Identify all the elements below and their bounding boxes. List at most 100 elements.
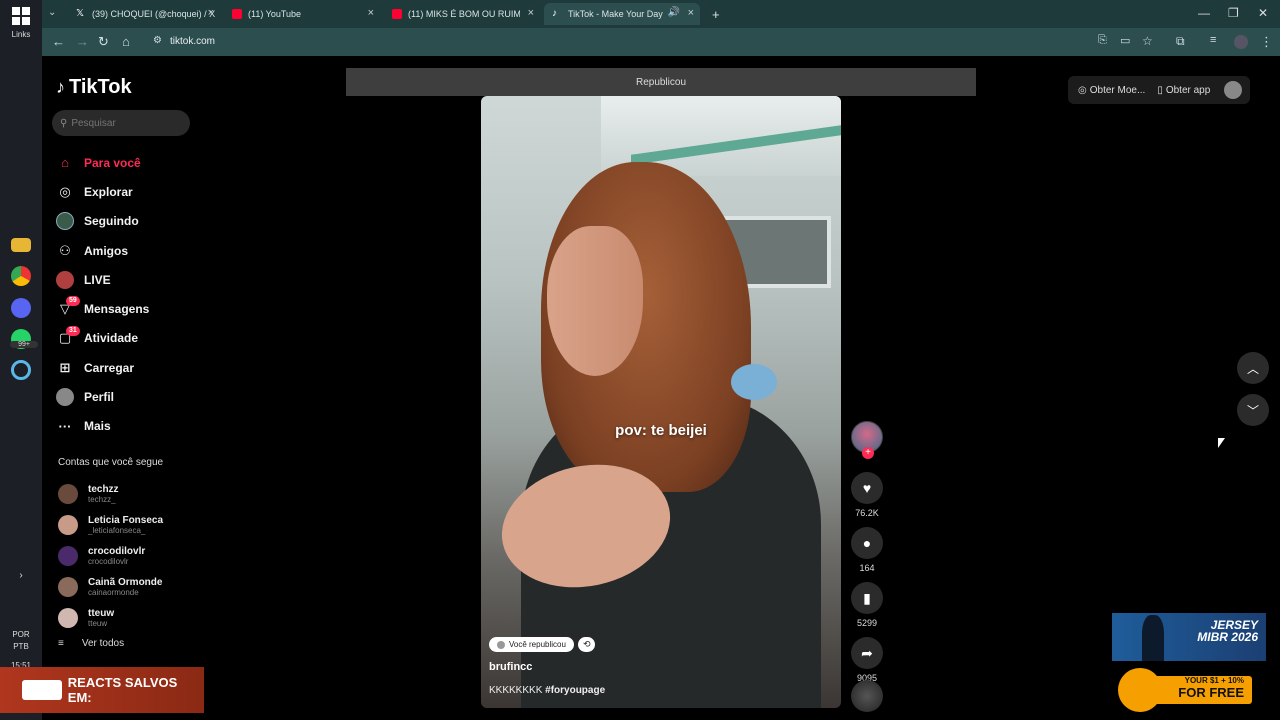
browser-toolbar: ← → ↻ ⌂ ⚙ tiktok.com ⎘ ▭ ☆ ⧉ ≡ ⋮ <box>42 28 1280 56</box>
comment-count: 164 <box>859 563 875 573</box>
video-player[interactable]: pov: te beijei Você republicou ⟲ brufinc… <box>481 96 841 708</box>
tab-choquei[interactable]: 𝕏 (39) CHOQUEI (@choquei) / X × <box>68 3 220 25</box>
discord-icon[interactable] <box>11 298 31 318</box>
share-icon[interactable]: ➦ <box>851 637 883 669</box>
following-icon <box>56 212 74 231</box>
sidebar-item-para-voce[interactable]: ⌂ Para você <box>56 148 149 177</box>
like-action[interactable]: ♥ 76.2K <box>850 472 884 518</box>
messages-badge: 59 <box>66 296 80 307</box>
reacts-banner-text: REACTS SALVOS EM: <box>67 675 178 705</box>
close-tab-icon[interactable]: × <box>368 7 374 19</box>
following-account-item[interactable]: crocodilovlr crocodilovlr <box>58 540 163 571</box>
see-all-link[interactable]: ≡ Ver todos <box>58 638 124 649</box>
get-app-label: Obter app <box>1165 84 1211 96</box>
windows-start-icon[interactable] <box>11 6 31 26</box>
chevron-down-icon: ﹀ <box>1246 403 1259 418</box>
logo-text: TikTok <box>69 76 132 98</box>
media-control-icon[interactable]: ≡ <box>1210 34 1216 46</box>
sidebar-item-mais[interactable]: ··· Mais <box>56 412 149 441</box>
sidebar-item-label: Amigos <box>84 243 129 258</box>
account-name: tteuw <box>88 607 115 619</box>
get-coins-button[interactable]: ◎ Obter Moe... <box>1078 85 1145 96</box>
sidebar-nav: ⌂ Para você ◎ Explorar Seguindo ⚇ Amigos… <box>56 148 149 441</box>
reload-icon[interactable]: ↻ <box>98 34 109 50</box>
translate-icon[interactable]: ⎘ <box>1098 34 1107 47</box>
menu-kebab-icon[interactable]: ⋮ <box>1260 34 1273 50</box>
sidebar-item-live[interactable]: LIVE <box>56 265 149 294</box>
following-account-item[interactable]: techzz techzz_ <box>58 478 163 509</box>
sidebar-item-perfil[interactable]: Perfil <box>56 382 149 411</box>
comment-action[interactable]: ● 164 <box>850 527 884 573</box>
site-info-icon[interactable]: ⚙ <box>153 35 162 46</box>
back-icon[interactable]: ← <box>52 34 65 49</box>
minimize-button[interactable]: — <box>1198 6 1210 20</box>
new-tab-button[interactable]: + <box>704 3 720 25</box>
url-text[interactable]: tiktok.com <box>170 36 215 47</box>
save-action[interactable]: ▮ 5299 <box>850 582 884 628</box>
tab-youtube[interactable]: (11) YouTube × <box>224 3 380 25</box>
chrome-icon[interactable] <box>11 266 31 286</box>
following-section-title: Contas que você segue <box>58 457 164 468</box>
share-action[interactable]: ➦ 9095 <box>850 637 884 683</box>
extensions-icon[interactable]: ⧉ <box>1176 34 1185 49</box>
activity-badge: 31 <box>66 325 80 336</box>
tab-tiktok[interactable]: ♪ TikTok - Make Your Day 🔊 × <box>544 3 700 25</box>
reposted-header: Republicou <box>346 68 976 96</box>
next-video-button[interactable]: ﹀ <box>1237 394 1269 426</box>
bookmark-star-icon[interactable]: ☆ <box>1142 34 1153 48</box>
you-reposted-pill[interactable]: Você republicou <box>489 637 574 652</box>
music-disc-icon[interactable] <box>851 680 883 712</box>
sidebar-item-amigos[interactable]: ⚇ Amigos <box>56 236 149 265</box>
sidebar-item-label: Perfil <box>84 390 115 405</box>
description-text: KKKKKKKK <box>489 685 543 696</box>
sidebar-item-mensagens[interactable]: ▽ 59 Mensagens <box>56 294 149 323</box>
close-tab-icon[interactable]: × <box>528 7 534 19</box>
heart-icon[interactable]: ♥ <box>851 472 883 504</box>
restore-button[interactable]: ❐ <box>1228 6 1239 20</box>
sidebar-item-atividade[interactable]: ▢ 31 Atividade <box>56 324 149 353</box>
close-tab-icon[interactable]: × <box>208 7 214 19</box>
mouse-cursor <box>1218 438 1225 448</box>
tab-search-icon[interactable]: ⌄ <box>48 7 56 18</box>
bookmark-icon[interactable]: ▮ <box>851 582 883 614</box>
comment-icon[interactable]: ● <box>851 527 883 559</box>
user-avatar[interactable] <box>1224 81 1242 99</box>
tiktok-logo[interactable]: ♪ TikTok <box>56 76 132 99</box>
follow-plus-icon[interactable]: + <box>862 447 874 459</box>
tiktok-page: ♪ TikTok ⚲ ⌂ Para você ◎ Explorar Seguin… <box>42 56 1280 720</box>
you-reposted-label: Você republicou <box>509 640 566 649</box>
get-app-button[interactable]: ▯ Obter app <box>1157 85 1210 96</box>
search-input[interactable] <box>71 117 182 129</box>
repost-icon[interactable]: ⟲ <box>577 637 596 652</box>
keyboard-layout-label[interactable]: PTB <box>0 642 42 651</box>
following-account-item[interactable]: Cainã Ormonde cainaormonde <box>58 571 163 602</box>
video-author[interactable]: brufincc <box>489 661 532 673</box>
forward-icon[interactable]: → <box>76 34 89 49</box>
cast-icon[interactable]: ▭ <box>1120 34 1130 47</box>
tab-label: (11) MIKS É BOM OU RUIM? TE <box>408 9 520 19</box>
following-account-item[interactable]: tteuw tteuw <box>58 602 163 633</box>
previous-video-button[interactable]: ︿ <box>1237 352 1269 384</box>
avatar <box>58 514 78 535</box>
tab-miks[interactable]: (11) MIKS É BOM OU RUIM? TE × <box>384 3 540 25</box>
video-frame-face <box>547 226 643 376</box>
taskbar-links-label[interactable]: Links <box>0 30 42 39</box>
sidebar-item-explorar[interactable]: ◎ Explorar <box>56 177 149 206</box>
chevron-right-icon[interactable]: › <box>0 570 42 581</box>
search-box[interactable]: ⚲ <box>52 110 190 136</box>
hashtag-link[interactable]: #foryoupage <box>545 685 605 696</box>
following-account-item[interactable]: Leticia Fonseca _leticiafonseca_ <box>58 509 163 540</box>
close-window-button[interactable]: ✕ <box>1258 6 1268 20</box>
sidebar-item-carregar[interactable]: ⊞ Carregar <box>56 353 149 382</box>
sidebar-item-seguindo[interactable]: Seguindo <box>56 207 149 236</box>
speaker-icon[interactable]: 🔊 <box>668 7 680 18</box>
close-tab-icon[interactable]: × <box>688 7 694 19</box>
language-label[interactable]: POR <box>0 630 42 639</box>
profile-avatar-icon[interactable] <box>1234 35 1248 49</box>
app-c-icon[interactable] <box>11 360 31 380</box>
sidebar-item-label: LIVE <box>84 272 111 287</box>
file-explorer-icon[interactable] <box>11 238 31 252</box>
action-column: ♥ 76.2K ● 164 ▮ 5299 ➦ 9095 <box>850 472 884 692</box>
home-icon[interactable]: ⌂ <box>122 34 130 49</box>
video-description: KKKKKKKK #foryoupage <box>489 685 605 696</box>
